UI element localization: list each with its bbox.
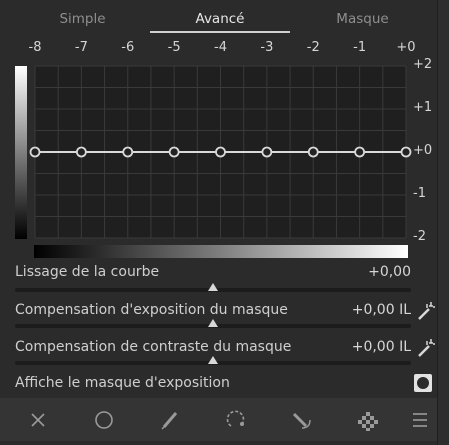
close-icon[interactable] <box>24 406 52 434</box>
pencil-icon[interactable] <box>156 406 184 434</box>
curve-node[interactable] <box>261 146 273 158</box>
color-picker-icon[interactable] <box>414 300 436 322</box>
slider-label-smoothing: Lissage de la courbe <box>15 264 160 280</box>
slider-thumb-smoothing[interactable] <box>208 283 218 291</box>
drawn-path-icon[interactable] <box>222 406 250 434</box>
mask-toggle-label: Affiche le masque d'exposition <box>15 375 230 391</box>
curve-graph[interactable] <box>0 0 437 260</box>
curve-node[interactable] <box>75 146 87 158</box>
curve-node[interactable] <box>400 146 412 158</box>
module-panel: Simple Avancé Masque -8 -7 -6 -5 -4 -3 -2 -1 +0 … <box>0 0 437 445</box>
slider-thumb-contrast[interactable] <box>208 356 218 364</box>
circle-icon <box>417 377 429 389</box>
slider-label-contrast: Compensation de contraste du masque <box>15 339 292 355</box>
horizontal-gradient-bar <box>34 245 408 258</box>
panel-edge <box>437 0 449 445</box>
slider-value-contrast[interactable]: +0,00 IL <box>352 339 411 355</box>
color-picker-icon[interactable] <box>414 337 436 359</box>
curve-node[interactable] <box>168 146 180 158</box>
paths-icon[interactable] <box>288 406 316 434</box>
mask-toggle-checkbox[interactable] <box>414 374 432 392</box>
menu-icon[interactable] <box>406 406 434 434</box>
curve-node[interactable] <box>29 146 41 158</box>
slider-value-smoothing[interactable]: +0,00 <box>368 264 411 280</box>
slider-label-exposure: Compensation d'exposition du masque <box>15 302 288 318</box>
slider-thumb-exposure[interactable] <box>208 319 218 327</box>
mask-toolbar <box>0 398 437 441</box>
curve-node[interactable] <box>307 146 319 158</box>
checkerboard-icon[interactable] <box>354 406 382 434</box>
curve-node[interactable] <box>354 146 366 158</box>
curve-node[interactable] <box>215 146 226 158</box>
circle-icon[interactable] <box>90 406 118 434</box>
curve-node[interactable] <box>122 146 134 158</box>
slider-value-exposure[interactable]: +0,00 IL <box>352 302 411 318</box>
